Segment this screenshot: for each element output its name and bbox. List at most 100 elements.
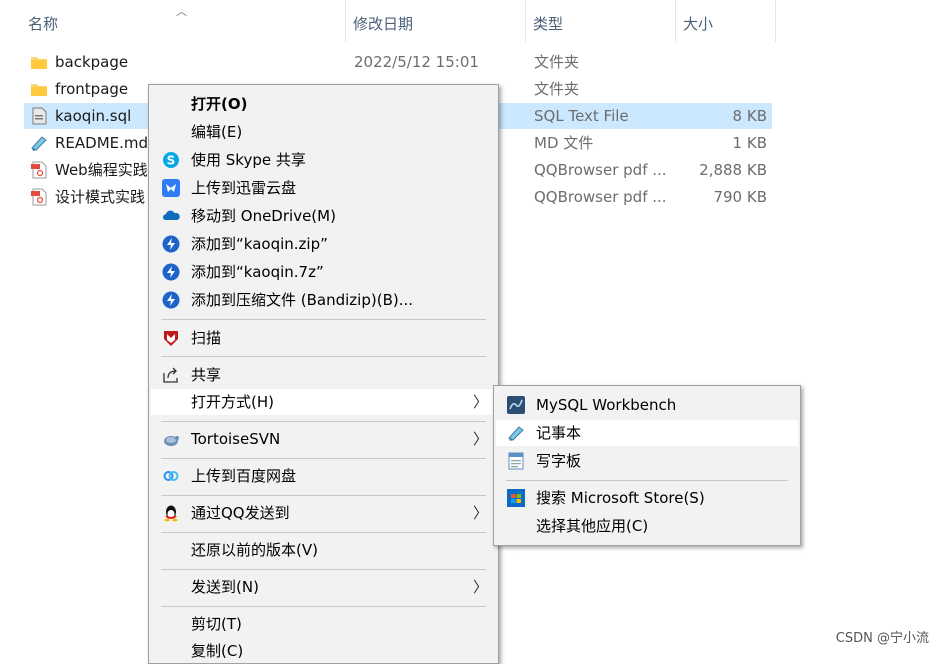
menu-item-skype-share[interactable]: S 使用 Skype 共享 bbox=[151, 147, 496, 173]
notepad-icon bbox=[508, 426, 524, 441]
menu-item-label: 上传到迅雷云盘 bbox=[191, 179, 297, 197]
menu-item-label: 编辑(E) bbox=[191, 123, 243, 141]
menu-item-label: 记事本 bbox=[536, 424, 582, 442]
pdf-icon bbox=[31, 188, 47, 206]
column-header-size-label: 大小 bbox=[683, 15, 714, 33]
submenu-item-notepad[interactable]: 记事本 bbox=[496, 420, 798, 446]
chevron-right-icon: 〉 bbox=[472, 430, 488, 448]
menu-item-share[interactable]: 共享 bbox=[151, 362, 496, 388]
menu-item-label: 剪切(T) bbox=[191, 615, 242, 633]
bandizip-icon bbox=[162, 263, 180, 281]
menu-item-label: 还原以前的版本(V) bbox=[191, 541, 318, 559]
sql-file-icon bbox=[32, 107, 47, 125]
menu-item-cut[interactable]: 剪切(T) bbox=[151, 611, 496, 637]
menu-item-onedrive[interactable]: 移动到 OneDrive(M) bbox=[151, 203, 496, 229]
menu-item-send-to[interactable]: 发送到(N) 〉 bbox=[151, 574, 496, 600]
menu-separator bbox=[506, 480, 788, 481]
column-divider[interactable] bbox=[775, 0, 776, 42]
menu-separator bbox=[161, 319, 486, 320]
file-size: 8 KB bbox=[732, 107, 767, 125]
folder-icon bbox=[31, 57, 47, 69]
tortoisesvn-icon bbox=[164, 436, 179, 446]
column-header-date-label: 修改日期 bbox=[353, 15, 414, 33]
watermark: CSDN @宁小流 bbox=[835, 631, 929, 646]
skype-icon: S bbox=[163, 152, 179, 168]
qq-icon bbox=[164, 505, 178, 522]
column-header-type[interactable]: 类型 bbox=[525, 0, 675, 44]
file-row-backpage[interactable]: backpage 2022/5/12 15:01 文件夹 bbox=[24, 49, 772, 75]
menu-separator bbox=[161, 569, 486, 570]
menu-item-qq-send[interactable]: 通过QQ发送到 〉 bbox=[151, 500, 496, 526]
xunlei-icon bbox=[162, 179, 180, 197]
file-type: 文件夹 bbox=[534, 80, 580, 98]
file-type: QQBrowser pdf ... bbox=[534, 161, 667, 179]
column-header-type-label: 类型 bbox=[533, 15, 564, 33]
menu-item-edit[interactable]: 编辑(E) bbox=[151, 119, 496, 145]
menu-item-label: 扫描 bbox=[191, 329, 222, 347]
folder-icon bbox=[31, 84, 47, 96]
file-name: kaoqin.sql bbox=[55, 107, 132, 125]
menu-item-scan[interactable]: 扫描 bbox=[151, 325, 496, 351]
bandizip-icon bbox=[162, 235, 180, 253]
menu-item-label: 选择其他应用(C) bbox=[536, 517, 649, 535]
pdf-icon bbox=[31, 161, 47, 179]
menu-item-label: 复制(C) bbox=[191, 642, 244, 660]
menu-separator bbox=[161, 606, 486, 607]
menu-item-label: 上传到百度网盘 bbox=[191, 467, 297, 485]
chevron-right-icon: 〉 bbox=[472, 578, 488, 596]
submenu-item-mysql-workbench[interactable]: MySQL Workbench bbox=[496, 392, 798, 418]
onedrive-icon bbox=[163, 210, 180, 220]
column-header-size[interactable]: 大小 bbox=[675, 0, 775, 44]
context-menu: 打开(O) 编辑(E) S 使用 Skype 共享 上传到迅雷云盘 移动到 On… bbox=[148, 84, 499, 664]
menu-item-add-zip[interactable]: 添加到“kaoqin.zip” bbox=[151, 231, 496, 257]
menu-item-label: 添加到压缩文件 (Bandizip)(B)... bbox=[191, 291, 414, 309]
wordpad-icon bbox=[508, 452, 524, 470]
menu-item-add-7z[interactable]: 添加到“kaoqin.7z” bbox=[151, 259, 496, 285]
file-date: 2022/5/12 15:01 bbox=[354, 53, 479, 71]
column-header-date[interactable]: 修改日期 bbox=[345, 0, 525, 44]
chevron-right-icon: 〉 bbox=[472, 504, 488, 522]
menu-item-add-archive[interactable]: 添加到压缩文件 (Bandizip)(B)... bbox=[151, 287, 496, 313]
menu-item-open[interactable]: 打开(O) bbox=[151, 91, 496, 117]
open-with-submenu: MySQL Workbench 记事本 写字板 搜索 Microsoft Sto… bbox=[493, 385, 801, 546]
menu-item-label: 写字板 bbox=[536, 452, 582, 470]
submenu-item-choose-other-app[interactable]: 选择其他应用(C) bbox=[496, 513, 798, 539]
menu-item-copy[interactable]: 复制(C) bbox=[151, 638, 496, 664]
menu-item-label: 添加到“kaoqin.zip” bbox=[191, 235, 328, 253]
column-header-name-label: 名称 bbox=[28, 15, 59, 33]
submenu-item-microsoft-store[interactable]: 搜索 Microsoft Store(S) bbox=[496, 485, 798, 511]
menu-item-label: 使用 Skype 共享 bbox=[191, 151, 306, 169]
file-size: 1 KB bbox=[732, 134, 767, 152]
submenu-item-wordpad[interactable]: 写字板 bbox=[496, 448, 798, 474]
menu-separator bbox=[161, 356, 486, 357]
file-name: frontpage bbox=[55, 80, 129, 98]
chevron-right-icon: 〉 bbox=[472, 393, 488, 411]
file-name: Web编程实践 bbox=[55, 161, 148, 179]
mysql-workbench-icon bbox=[507, 396, 525, 414]
notepad-icon bbox=[31, 136, 47, 151]
menu-item-baidu-upload[interactable]: 上传到百度网盘 bbox=[151, 463, 496, 489]
menu-item-label: 搜索 Microsoft Store(S) bbox=[536, 489, 705, 507]
menu-item-xunlei-upload[interactable]: 上传到迅雷云盘 bbox=[151, 175, 496, 201]
menu-separator bbox=[161, 421, 486, 422]
menu-item-open-with[interactable]: 打开方式(H) 〉 bbox=[151, 389, 496, 415]
file-type: MD 文件 bbox=[534, 134, 594, 152]
baidu-netdisk-icon bbox=[163, 471, 179, 481]
file-size: 790 KB bbox=[713, 188, 767, 206]
microsoft-store-icon bbox=[507, 489, 525, 507]
menu-separator bbox=[161, 495, 486, 496]
file-name: README.md bbox=[55, 134, 149, 152]
file-type: 文件夹 bbox=[534, 53, 580, 71]
menu-item-label: 共享 bbox=[191, 366, 222, 384]
menu-item-label: MySQL Workbench bbox=[536, 396, 677, 414]
menu-item-restore-versions[interactable]: 还原以前的版本(V) bbox=[151, 537, 496, 563]
menu-item-label: 通过QQ发送到 bbox=[191, 504, 290, 522]
menu-item-tortoisesvn[interactable]: TortoiseSVN 〉 bbox=[151, 426, 496, 452]
menu-item-label: 移动到 OneDrive(M) bbox=[191, 207, 336, 225]
column-header-bar: 名称 ︿ 修改日期 类型 大小 bbox=[0, 0, 945, 44]
file-type: QQBrowser pdf ... bbox=[534, 188, 667, 206]
file-name: 设计模式实践 bbox=[55, 188, 146, 206]
file-type: SQL Text File bbox=[534, 107, 629, 125]
file-size: 2,888 KB bbox=[699, 161, 767, 179]
share-icon bbox=[163, 367, 178, 383]
